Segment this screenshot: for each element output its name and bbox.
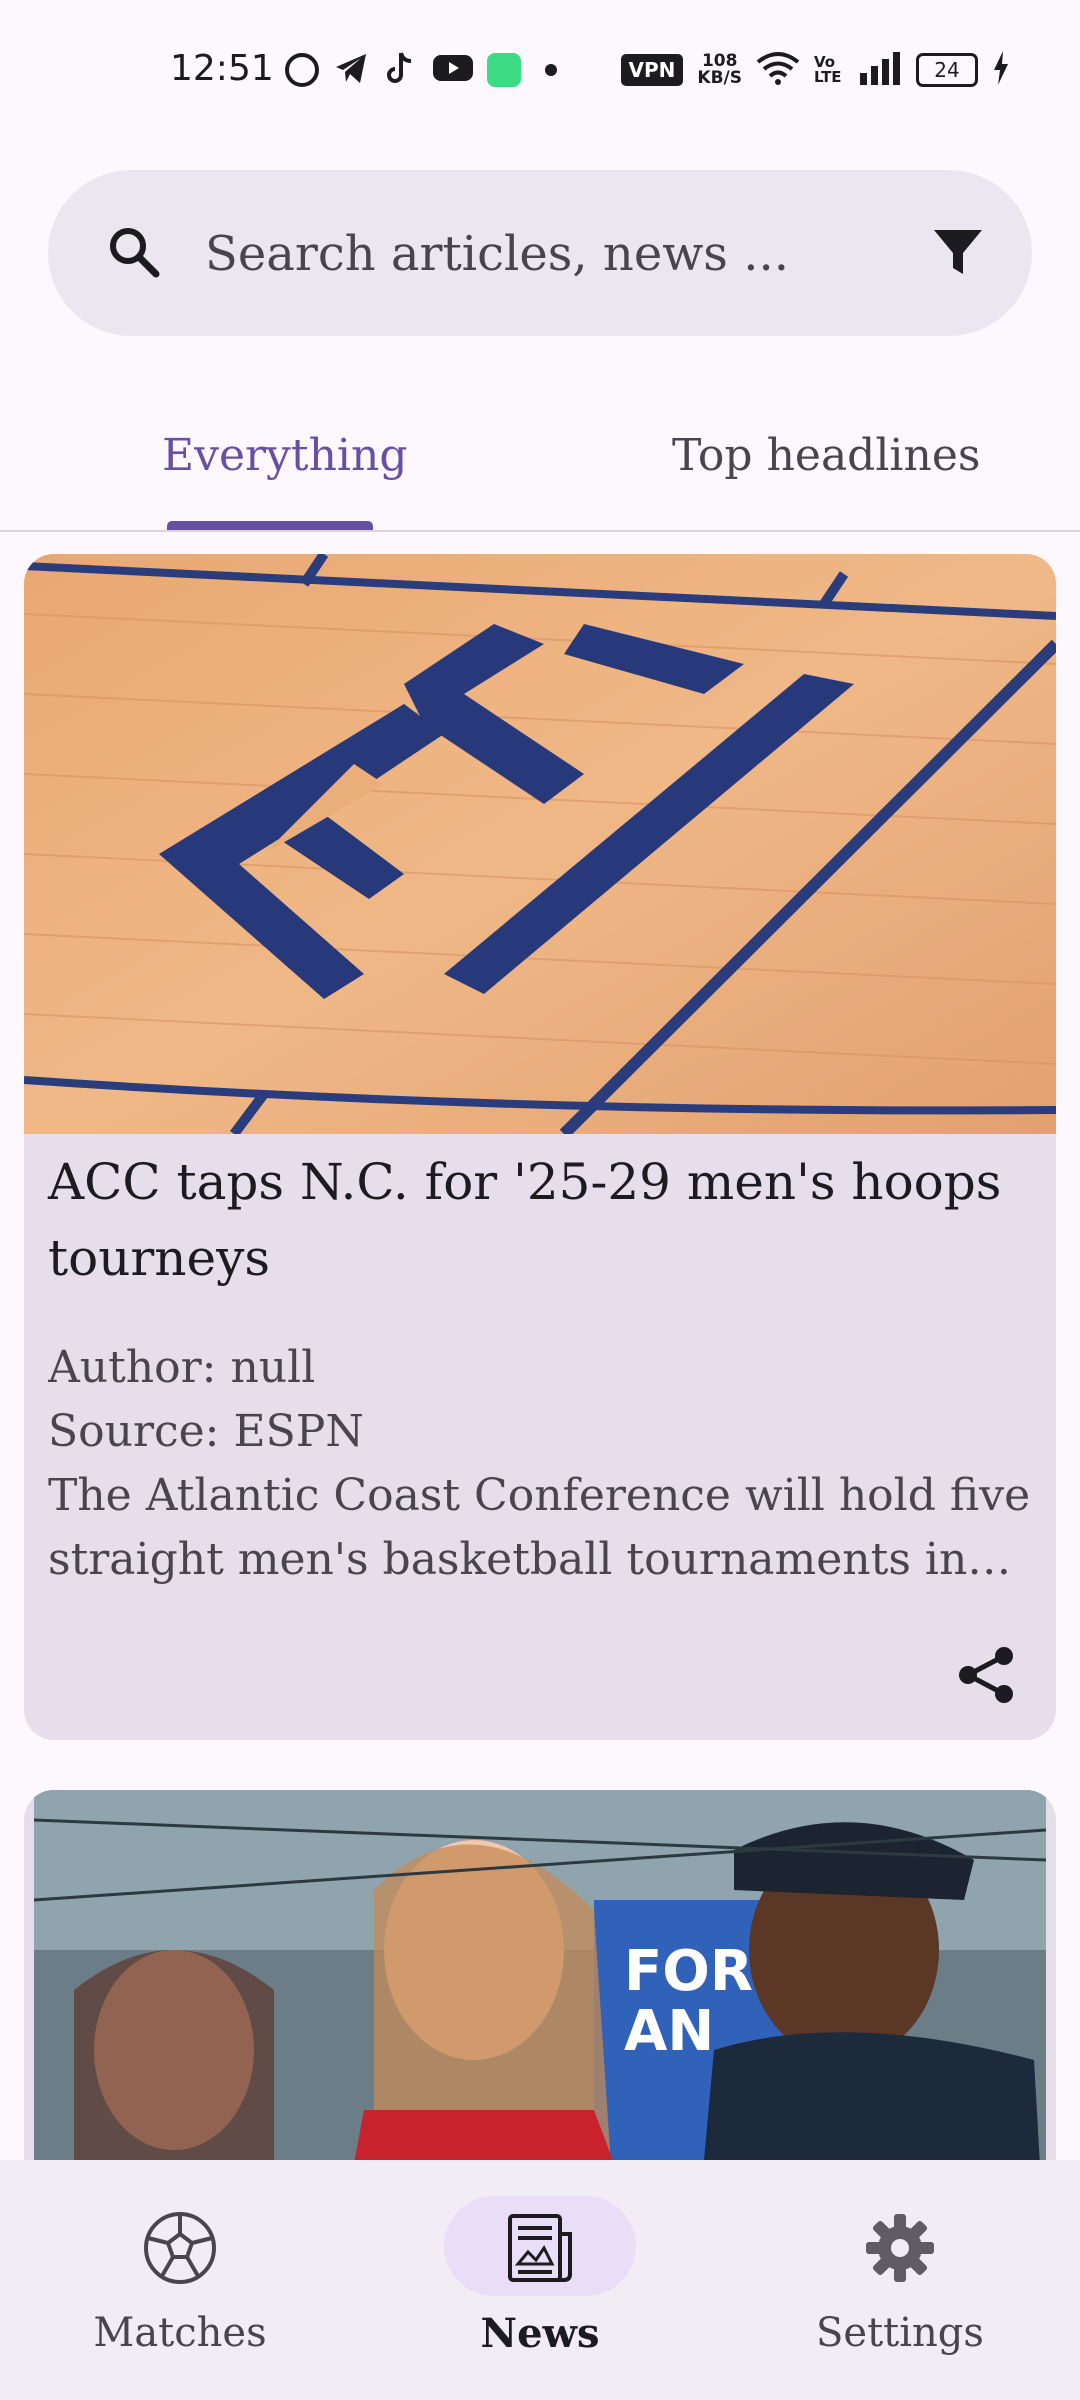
nav-item-settings[interactable]: Settings <box>720 2160 1080 2400</box>
article-meta: Author: null Source: ESPN The Atlantic C… <box>48 1336 1038 1592</box>
nav-item-matches[interactable]: Matches <box>0 2160 360 2400</box>
svg-text:FOR: FOR <box>624 1939 753 2004</box>
status-bar: 12:51 VPN 108 KB/S Vo LTE 24 <box>0 0 1080 140</box>
article-description: The Atlantic Coast Conference will hold … <box>48 1470 1031 1585</box>
search-input[interactable] <box>203 210 927 298</box>
wifi-icon <box>756 50 800 90</box>
article-title: ACC taps N.C. for '25-29 men's hoops tou… <box>48 1153 1002 1287</box>
gear-icon <box>860 2208 940 2288</box>
nav-item-news[interactable]: News <box>360 2160 720 2400</box>
tab-bar: Everything Top headlines <box>0 400 1080 532</box>
charging-icon <box>992 51 1010 89</box>
battery-indicator: 24 <box>916 53 978 87</box>
svg-text:AN: AN <box>624 1999 714 2064</box>
bottom-navigation: Matches News Settings <box>0 2160 1080 2400</box>
article-image <box>24 554 1056 1134</box>
more-notifications-dot <box>545 64 557 76</box>
notification-icons <box>285 50 557 90</box>
tab-everything[interactable]: Everything <box>162 430 408 481</box>
tiktok-icon <box>383 50 419 90</box>
telegram-icon <box>333 50 369 90</box>
search-icon[interactable] <box>104 222 164 282</box>
tab-indicator <box>167 521 373 530</box>
youtube-icon <box>433 53 473 87</box>
newspaper-icon <box>500 2208 580 2288</box>
search-bar[interactable] <box>48 170 1032 336</box>
nav-label-matches: Matches <box>93 2310 267 2356</box>
system-icons: VPN 108 KB/S Vo LTE 24 <box>620 50 1010 90</box>
b-app-icon <box>285 53 319 87</box>
article-author: Author: null <box>48 1342 316 1393</box>
battery-saver-icon <box>487 53 521 87</box>
filter-icon[interactable] <box>928 222 988 282</box>
network-speed-unit: KB/S <box>697 68 742 88</box>
share-icon[interactable] <box>954 1642 1020 1708</box>
soccer-ball-icon <box>140 2208 220 2288</box>
nav-label-news: News <box>480 2310 600 2357</box>
vpn-badge: VPN <box>620 54 684 86</box>
signal-icon <box>858 51 902 89</box>
article-source: Source: ESPN <box>48 1406 364 1457</box>
status-time: 12:51 <box>170 48 274 89</box>
tab-top-headlines[interactable]: Top headlines <box>672 430 980 481</box>
article-card[interactable]: ACC taps N.C. for '25-29 men's hoops tou… <box>24 554 1056 1740</box>
nav-label-settings: Settings <box>816 2310 984 2356</box>
volte-icon: Vo LTE <box>814 53 842 86</box>
network-speed: 108 KB/S <box>697 53 742 87</box>
